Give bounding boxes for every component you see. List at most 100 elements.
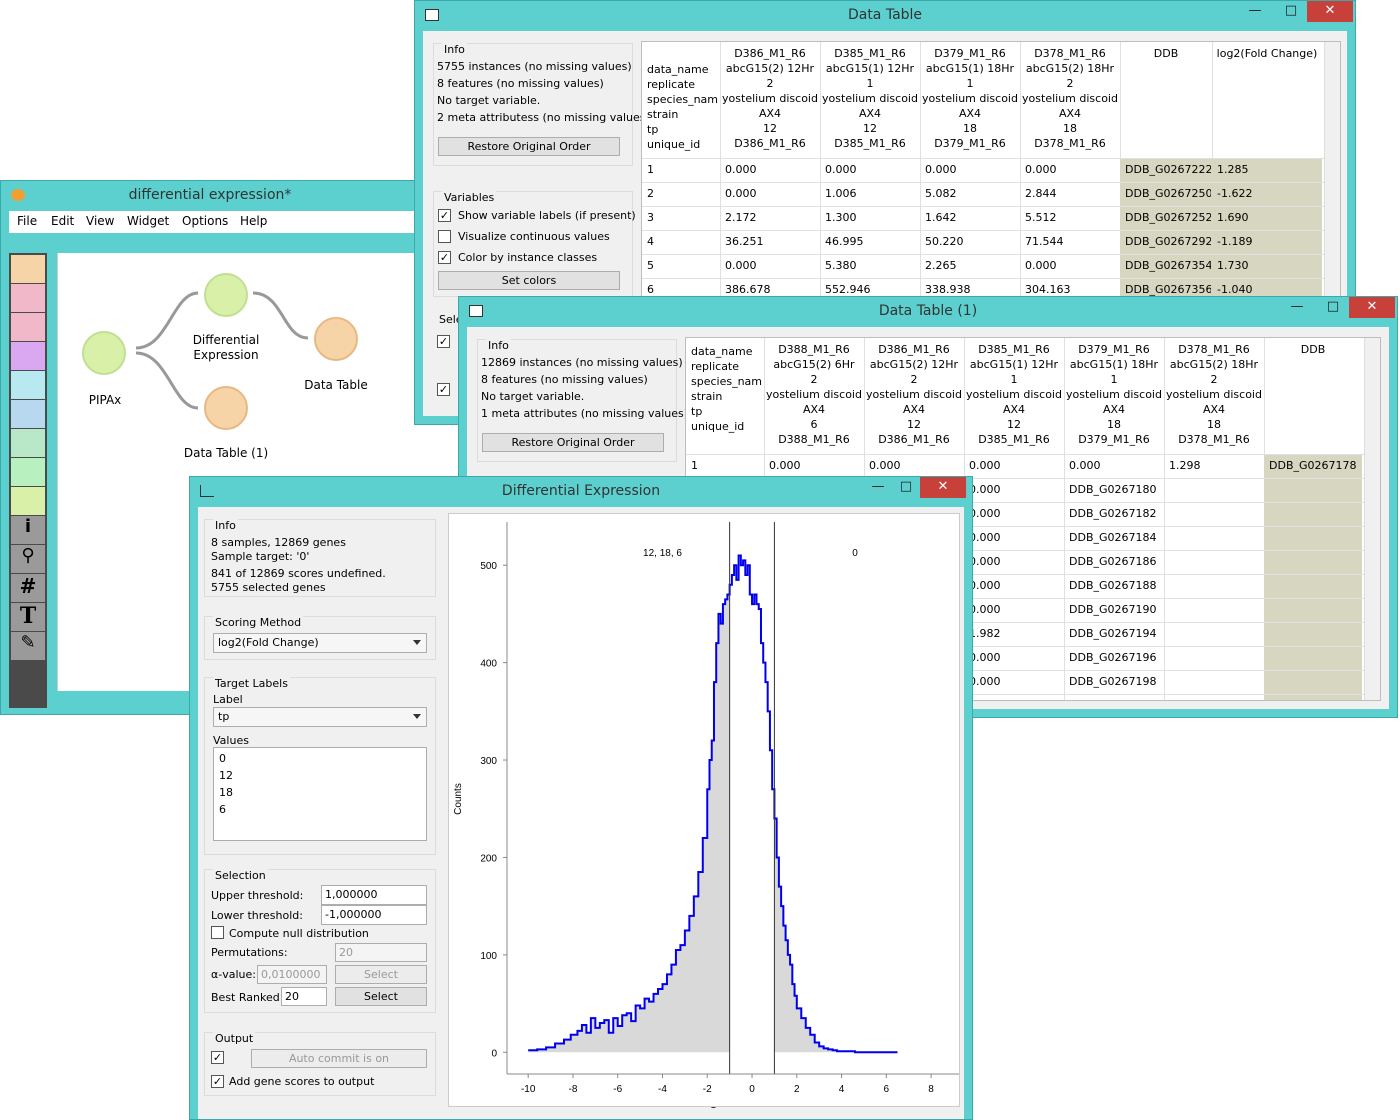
tree-icon[interactable] <box>11 313 45 341</box>
table-cell[interactable]: 1 <box>691 459 763 472</box>
table-cell[interactable]: 0.000 <box>1025 163 1119 176</box>
table-cell[interactable]: 304.163 <box>1025 283 1119 296</box>
list-item[interactable]: 12 <box>219 769 233 782</box>
table-cell[interactable]: 5.082 <box>925 187 1019 200</box>
table-cell[interactable]: 0.000 <box>925 163 1019 176</box>
minimize-button[interactable]: — <box>1241 3 1269 23</box>
maximize-button[interactable]: □ <box>1319 299 1347 319</box>
list-item[interactable]: 6 <box>219 803 226 816</box>
selection-checkbox[interactable]: ✓ <box>437 335 450 348</box>
column-header[interactable]: D386_M1_R6 abcG15(2) 12Hr 2 yostelium di… <box>864 342 964 447</box>
table-cell[interactable]: 36.251 <box>725 235 819 248</box>
table-cell[interactable]: DDB_G0267250 <box>1125 187 1211 200</box>
menu-options[interactable]: Options <box>182 214 228 228</box>
plot-area[interactable]: 0 100 200 300 400 500 -10 -8 -6 -4 -2 0 2 4 6 8 Score Cou… <box>448 513 960 1117</box>
dt1-table[interactable]: data_name replicate species_nam strain t… <box>641 41 1341 301</box>
table-cell[interactable]: 0.000 <box>725 259 819 272</box>
table-cell[interactable]: DDB_G0267196 <box>1069 651 1163 664</box>
table-cell[interactable]: 5 <box>647 259 719 272</box>
table-cell[interactable]: 2.265 <box>925 259 1019 272</box>
table-cell[interactable]: 71.544 <box>1025 235 1119 248</box>
table-cell[interactable]: 0.000 <box>969 579 1063 592</box>
table-cell[interactable]: DDB_G0267182 <box>1069 507 1163 520</box>
table-cell[interactable]: 0.000 <box>969 531 1063 544</box>
table-cell[interactable]: DDB_G0267180 <box>1069 483 1163 496</box>
dna-icon[interactable] <box>11 487 45 515</box>
close-button[interactable]: ✕ <box>1349 297 1395 318</box>
text-icon[interactable]: T <box>11 603 45 631</box>
column-header[interactable]: D386_M1_R6 abcG15(2) 12Hr 2 yostelium di… <box>720 46 820 151</box>
table-cell[interactable]: 0.000 <box>1025 259 1119 272</box>
scatter-icon[interactable] <box>11 284 45 312</box>
table-cell[interactable]: 552.946 <box>825 283 919 296</box>
table-cell[interactable]: 0.000 <box>725 187 819 200</box>
table-cell[interactable]: DDB_G0267190 <box>1069 603 1163 616</box>
column-header[interactable]: D378_M1_R6 abcG15(2) 18Hr 2 yostelium di… <box>1020 46 1120 151</box>
close-button[interactable]: ✕ <box>1307 1 1353 22</box>
scoring-method-select[interactable]: log2(Fold Change) <box>213 633 427 653</box>
table-cell[interactable]: 50.220 <box>925 235 1019 248</box>
table-cell[interactable]: DDB_G0267356 <box>1125 283 1211 296</box>
column-header[interactable]: D379_M1_R6 abcG15(1) 18Hr 1 yostelium di… <box>920 46 1020 151</box>
dt2-titlebar[interactable]: Data Table (1) — □ ✕ <box>459 297 1397 327</box>
auto-commit-button[interactable]: Auto commit is on <box>251 1049 427 1068</box>
color-classes-checkbox[interactable]: ✓ <box>438 251 451 264</box>
table-cell[interactable]: 1.982 <box>969 627 1063 640</box>
table-cell[interactable]: DDB_G0267188 <box>1069 579 1163 592</box>
table-cell[interactable]: 6 <box>647 283 719 296</box>
table-cell[interactable]: DDB_G0267186 <box>1069 555 1163 568</box>
table-cell[interactable]: 1.300 <box>825 211 919 224</box>
alpha-spinbox[interactable]: 0,0100000 <box>257 965 327 984</box>
table-cell[interactable]: 5.512 <box>1025 211 1119 224</box>
search-icon[interactable]: ⚲ <box>11 545 45 573</box>
alpha-select-button[interactable]: Select <box>335 965 427 984</box>
table-cell[interactable]: -1.189 <box>1217 235 1321 248</box>
table-cell[interactable]: -1.040 <box>1217 283 1321 296</box>
menu-help[interactable]: Help <box>240 214 267 228</box>
column-header[interactable]: D378_M1_R6 abcG15(2) 18Hr 2 yostelium di… <box>1164 342 1264 447</box>
table-cell[interactable]: 0.000 <box>769 459 863 472</box>
table-cell[interactable]: 1.285 <box>1217 163 1321 176</box>
visualize-checkbox[interactable] <box>438 230 451 243</box>
table-cell[interactable]: 0.000 <box>969 555 1063 568</box>
table-cell[interactable]: 0.000 <box>969 603 1063 616</box>
network-icon[interactable] <box>11 458 45 486</box>
table-cell[interactable]: 1.690 <box>1217 211 1321 224</box>
show-labels-checkbox[interactable]: ✓ <box>438 209 451 222</box>
table-cell[interactable]: DDB_G0267194 <box>1069 627 1163 640</box>
lower-threshold-spinbox[interactable]: -1,000000 <box>321 905 427 925</box>
table-cell[interactable]: DDB_G0267198 <box>1069 675 1163 688</box>
table-cell[interactable]: DDB_G0267178 <box>1269 459 1361 472</box>
table-cell[interactable]: DDB_G0267252 <box>1125 211 1211 224</box>
upper-threshold-spinbox[interactable]: 1,000000 <box>321 885 427 905</box>
menu-widget[interactable]: Widget <box>127 214 169 228</box>
menu-view[interactable]: View <box>86 214 114 228</box>
hash-icon[interactable]: # <box>11 574 45 602</box>
dt1-titlebar[interactable]: Data Table — □ ✕ <box>415 1 1355 31</box>
add-scores-checkbox[interactable]: ✓ <box>211 1075 224 1088</box>
table-cell[interactable]: 4 <box>647 235 719 248</box>
table-cell[interactable]: 2.844 <box>1025 187 1119 200</box>
list-item[interactable]: 0 <box>219 752 226 765</box>
column-header[interactable]: D388_M1_R6 abcG15(2) 6Hr 2 yostelium dis… <box>764 342 864 447</box>
permutations-spinbox[interactable]: 20 <box>335 943 427 962</box>
table-cell[interactable]: 0.000 <box>1069 459 1163 472</box>
info-icon[interactable]: i <box>11 516 45 544</box>
data-table-node[interactable] <box>314 317 358 361</box>
best-ranked-spinbox[interactable]: 20 <box>281 987 327 1006</box>
commit-checkbox[interactable]: ✓ <box>437 383 450 396</box>
table-cell[interactable]: 0.000 <box>969 483 1063 496</box>
dots-icon[interactable] <box>11 342 45 370</box>
table-cell[interactable]: 1.298 <box>1169 459 1263 472</box>
table-cell[interactable]: 0.000 <box>969 651 1063 664</box>
set-colors-button[interactable]: Set colors <box>438 271 620 290</box>
compute-null-checkbox[interactable] <box>211 926 224 939</box>
pipax-node[interactable] <box>82 331 126 375</box>
meta-column-header[interactable]: log2(Fold Change) <box>1212 46 1322 61</box>
table-cell[interactable]: 338.938 <box>925 283 1019 296</box>
table-cell[interactable]: DDB_G0267222 <box>1125 163 1211 176</box>
data-table-1-node[interactable] <box>204 386 248 430</box>
values-list[interactable]: 0 12 18 6 <box>213 747 427 841</box>
vertical-scrollbar[interactable] <box>1324 42 1340 300</box>
table-cell[interactable]: -1.622 <box>1217 187 1321 200</box>
